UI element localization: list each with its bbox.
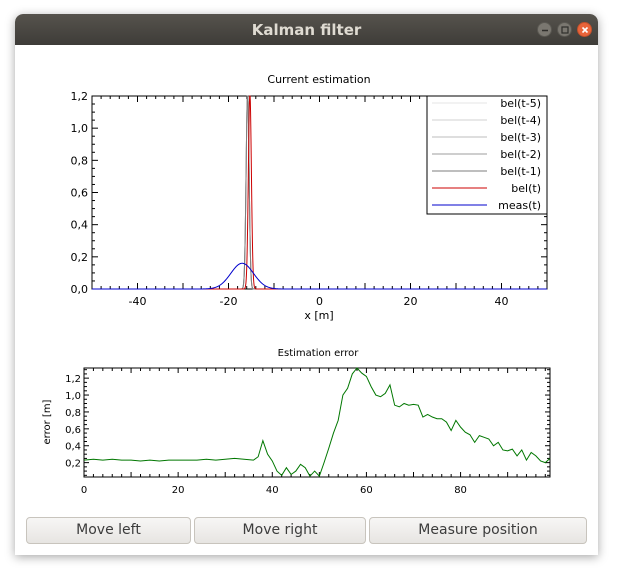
y-tick-label: 0,8 xyxy=(71,154,89,167)
y-tick-label: 0,2 xyxy=(65,459,81,470)
x-tick-label: -40 xyxy=(129,295,147,308)
minimize-button[interactable] xyxy=(537,22,552,37)
x-tick-label: 20 xyxy=(172,485,185,496)
window-title: Kalman filter xyxy=(251,21,362,39)
y-tick-label: 1,0 xyxy=(65,391,81,402)
y-tick-label: 0,6 xyxy=(65,425,81,436)
x-tick-label: 0 xyxy=(81,485,87,496)
legend-label: bel(t-1) xyxy=(500,165,541,178)
title-bar[interactable]: Kalman filter xyxy=(15,14,598,45)
x-tick-label: 80 xyxy=(454,485,467,496)
legend-label: bel(t-2) xyxy=(500,148,541,161)
measure-position-button[interactable]: Measure position xyxy=(369,517,587,544)
legend-label: bel(t-5) xyxy=(500,97,541,110)
close-icon xyxy=(581,26,589,34)
x-tick-label: 40 xyxy=(495,295,509,308)
legend-label: bel(t-3) xyxy=(500,131,541,144)
y-tick-label: 1,0 xyxy=(71,122,89,135)
maximize-icon xyxy=(561,26,569,34)
kalman-window: Kalman filter Current estimation 0,0 0,2 0… xyxy=(15,14,598,555)
x-tick-label: -20 xyxy=(220,295,238,308)
move-left-button[interactable]: Move left xyxy=(26,517,191,544)
y-tick-label: 1,2 xyxy=(65,374,81,385)
legend-label: meas(t) xyxy=(498,199,541,212)
top-plot-title: Current estimation xyxy=(267,73,370,86)
y-tick-label: 0,4 xyxy=(65,442,81,453)
top-plot-legend: bel(t-5) bel(t-4) bel(t-3) bel(t-2) bel(t-1)… xyxy=(426,95,548,215)
estimation-error-plot: Estimation error error [m] 0,2 0,4 0,6 0,8 1… xyxy=(42,348,551,496)
y-tick-label: 0,6 xyxy=(71,187,89,200)
x-tick-label: 20 xyxy=(404,295,418,308)
y-tick-label: 0,8 xyxy=(65,408,81,419)
y-tick-label: 0,0 xyxy=(71,283,89,296)
y-tick-label: 0,2 xyxy=(71,251,89,264)
x-tick-label: 0 xyxy=(316,295,323,308)
x-tick-label: 40 xyxy=(266,485,279,496)
minimize-icon xyxy=(542,29,548,32)
top-plot-xlabel: x [m] xyxy=(304,309,333,322)
legend-label: bel(t) xyxy=(511,182,541,195)
close-button[interactable] xyxy=(577,22,592,37)
move-right-button[interactable]: Move right xyxy=(194,517,366,544)
x-tick-label: 60 xyxy=(360,485,373,496)
bottom-plot-ylabel: error [m] xyxy=(42,399,53,444)
y-tick-label: 1,2 xyxy=(71,90,89,103)
y-tick-label: 0,4 xyxy=(71,219,89,232)
current-estimation-plot: Current estimation 0,0 0,2 0,4 0,6 0,8 1,0 1,2… xyxy=(71,73,548,322)
maximize-button[interactable] xyxy=(557,22,572,37)
legend-label: bel(t-4) xyxy=(500,114,541,127)
bottom-plot-title: Estimation error xyxy=(278,348,360,359)
